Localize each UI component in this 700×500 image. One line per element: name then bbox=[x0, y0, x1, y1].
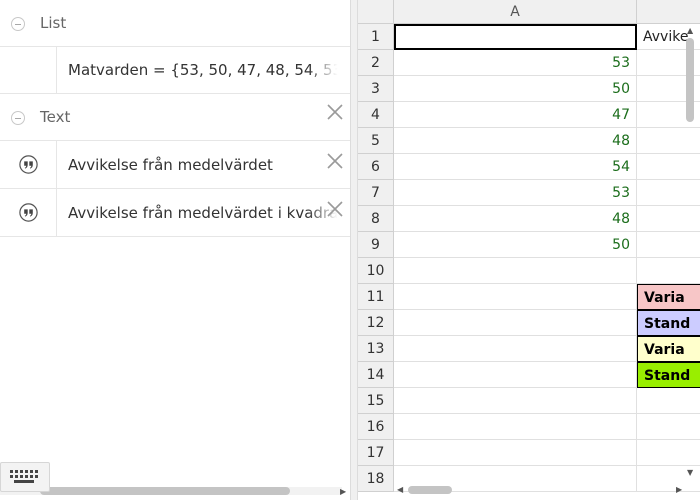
spreadsheet-view: A 1 2 3 4 5 6 7 8 9 10 11 12 13 14 15 16 17 18 Avvike 53 50… bbox=[358, 0, 700, 500]
algebra-item-text[interactable]: Matvarden = {53, 50, 47, 48, 54, 53, 48,… bbox=[68, 61, 348, 79]
scrollbar-thumb[interactable] bbox=[40, 487, 290, 495]
section-header-text[interactable]: Text bbox=[0, 94, 350, 141]
row-header-3[interactable]: 3 bbox=[358, 76, 394, 102]
marble-slot bbox=[0, 47, 57, 93]
cell-a8[interactable]: 48 bbox=[394, 206, 637, 232]
scrollbar-thumb[interactable] bbox=[686, 38, 694, 122]
row-header-9[interactable]: 9 bbox=[358, 232, 394, 258]
scroll-up-arrow-icon[interactable]: ▲ bbox=[687, 26, 693, 35]
cell-a16[interactable] bbox=[394, 414, 637, 440]
cell-a3[interactable]: 50 bbox=[394, 76, 637, 102]
row-header-16[interactable]: 16 bbox=[358, 414, 394, 440]
cell-a1[interactable] bbox=[394, 24, 637, 50]
row-header-6[interactable]: 6 bbox=[358, 154, 394, 180]
marble-slot bbox=[0, 189, 57, 236]
cell-a5[interactable]: 48 bbox=[394, 128, 637, 154]
sheet-horizontal-scrollbar[interactable]: ◀ ▶ bbox=[394, 484, 690, 496]
sheet-vertical-scrollbar[interactable]: ▲ ▼ bbox=[684, 24, 696, 484]
scroll-left-arrow-icon[interactable]: ◀ bbox=[397, 485, 403, 494]
scroll-down-arrow-icon[interactable]: ▼ bbox=[687, 468, 693, 477]
scroll-right-arrow-icon[interactable]: ▶ bbox=[676, 485, 682, 494]
cell-a6[interactable]: 54 bbox=[394, 154, 637, 180]
section-label: List bbox=[40, 14, 67, 32]
close-icon[interactable] bbox=[326, 152, 344, 170]
cell-a9[interactable]: 50 bbox=[394, 232, 637, 258]
cell-a10[interactable] bbox=[394, 258, 637, 284]
row-header-18[interactable]: 18 bbox=[358, 466, 394, 492]
cell-a15[interactable] bbox=[394, 388, 637, 414]
row-header-10[interactable]: 10 bbox=[358, 258, 394, 284]
collapse-icon[interactable] bbox=[11, 111, 25, 125]
quote-icon[interactable] bbox=[19, 155, 38, 174]
collapse-icon[interactable] bbox=[11, 17, 25, 31]
section-header-list[interactable]: List bbox=[0, 0, 350, 47]
row-header-13[interactable]: 13 bbox=[358, 336, 394, 362]
algebra-item-list[interactable]: Matvarden = {53, 50, 47, 48, 54, 53, 48,… bbox=[0, 47, 350, 120]
algebra-item-text-2[interactable]: Avvikelse från medelvärdet i kvadrat bbox=[0, 189, 350, 237]
row-header-14[interactable]: 14 bbox=[358, 362, 394, 388]
quote-icon[interactable] bbox=[19, 203, 38, 222]
row-header-7[interactable]: 7 bbox=[358, 180, 394, 206]
row-header-15[interactable]: 15 bbox=[358, 388, 394, 414]
cell-a13[interactable] bbox=[394, 336, 637, 362]
cell-a12[interactable] bbox=[394, 310, 637, 336]
cell-a11[interactable] bbox=[394, 284, 637, 310]
sheet-corner[interactable] bbox=[358, 0, 394, 24]
row-header-12[interactable]: 12 bbox=[358, 310, 394, 336]
algebra-horizontal-scrollbar[interactable]: ▶ bbox=[0, 484, 350, 496]
row-header-4[interactable]: 4 bbox=[358, 102, 394, 128]
cell-a2[interactable]: 53 bbox=[394, 50, 637, 76]
row-header-8[interactable]: 8 bbox=[358, 206, 394, 232]
keyboard-icon bbox=[10, 470, 38, 483]
cell-a7[interactable]: 53 bbox=[394, 180, 637, 206]
algebra-item-text[interactable]: Avvikelse från medelvärdet bbox=[68, 156, 348, 174]
cell-a4[interactable]: 47 bbox=[394, 102, 637, 128]
algebra-view: List Matvarden = {53, 50, 47, 48, 54, 53… bbox=[0, 0, 350, 500]
marble-slot bbox=[0, 141, 57, 188]
close-icon[interactable] bbox=[326, 200, 344, 218]
scroll-right-arrow-icon[interactable]: ▶ bbox=[340, 487, 346, 496]
row-header-2[interactable]: 2 bbox=[358, 50, 394, 76]
scrollbar-thumb[interactable] bbox=[408, 486, 452, 494]
text-fade bbox=[308, 47, 350, 93]
algebra-item-text-1[interactable]: Avvikelse från medelvärdet bbox=[0, 141, 350, 189]
row-header-11[interactable]: 11 bbox=[358, 284, 394, 310]
row-header-1[interactable]: 1 bbox=[358, 24, 394, 50]
panel-divider[interactable] bbox=[350, 0, 358, 500]
row-header-17[interactable]: 17 bbox=[358, 440, 394, 466]
column-header-a[interactable]: A bbox=[394, 0, 637, 24]
cell-a17[interactable] bbox=[394, 440, 637, 466]
algebra-item-text[interactable]: Avvikelse från medelvärdet i kvadrat bbox=[68, 204, 348, 222]
keyboard-button[interactable] bbox=[0, 462, 50, 492]
column-header-b[interactable] bbox=[637, 0, 700, 24]
cell-a14[interactable] bbox=[394, 362, 637, 388]
section-label: Text bbox=[40, 108, 71, 126]
row-header-5[interactable]: 5 bbox=[358, 128, 394, 154]
